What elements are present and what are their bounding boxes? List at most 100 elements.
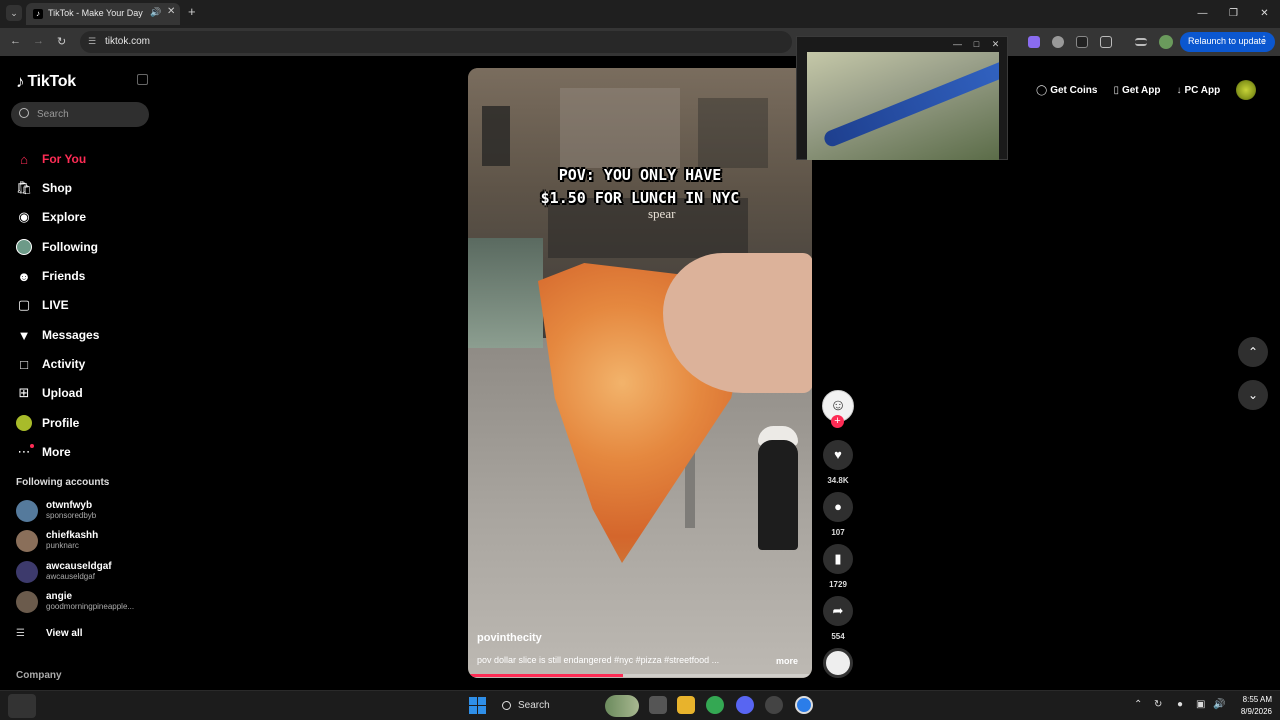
taskbar-search[interactable]: Search [494, 695, 598, 717]
browser-tab-tiktok[interactable]: ♪ TikTok - Make Your Day 🔊 ✕ [26, 3, 180, 25]
video-overlay-text: POV: YOU ONLY HAVE $1.50 FOR LUNCH IN NY… [468, 164, 812, 210]
video-hydrant [758, 440, 798, 550]
close-tab-icon[interactable]: ✕ [167, 6, 175, 17]
video-progress-bar[interactable] [468, 674, 812, 677]
following-account-item[interactable]: chiefkashh punknarc [16, 529, 156, 555]
sidebar-item-friends[interactable]: ☻ Friends [16, 265, 146, 287]
download-icon: ↓ [1176, 84, 1182, 96]
account-handle: awcauseldgaf [46, 572, 95, 581]
sidebar-item-messages[interactable]: ▼ Messages [16, 324, 146, 346]
obs-icon[interactable] [765, 696, 783, 714]
avatar [16, 591, 38, 613]
chrome-icon[interactable] [706, 696, 724, 714]
music-disc-icon[interactable] [823, 648, 853, 678]
tiktok-logo[interactable]: ♪ TikTok [16, 72, 76, 92]
share-arrow-icon[interactable]: ➦ [823, 596, 853, 626]
collapse-sidebar-icon[interactable] [137, 74, 148, 85]
task-view-icon[interactable] [649, 696, 667, 714]
relaunch-label: Relaunch to update [1188, 36, 1267, 46]
new-tab-plus-icon[interactable]: + [188, 5, 196, 19]
extension-cloud-icon[interactable] [1052, 36, 1064, 48]
kebab-menu-icon[interactable]: ⋮ [1259, 35, 1269, 46]
view-all-button[interactable]: ☰ View all [16, 628, 83, 639]
follow-plus-icon[interactable]: + [831, 415, 844, 428]
reading-list-icon[interactable] [1135, 38, 1147, 46]
get-app-label: Get App [1121, 84, 1161, 96]
previous-video-chevron-up-icon[interactable]: ⌃ [1238, 337, 1268, 367]
next-video-chevron-down-icon[interactable]: ⌄ [1238, 380, 1268, 410]
tab-search-chevron-icon[interactable]: ⌄ [6, 5, 22, 21]
sidebar-item-following[interactable]: Following [16, 236, 146, 258]
relaunch-to-update-button[interactable]: Relaunch to update ⋮ [1180, 32, 1275, 52]
tray-chevron-up-icon[interactable]: ⌃ [1134, 699, 1142, 710]
sidebar-item-live[interactable]: ▢ LIVE [16, 294, 146, 316]
pc-app-button[interactable]: ↓ PC App [1176, 85, 1220, 96]
browser-toolbar: ← → ↻ ☰ tiktok.com Relaunch to update ⋮ [0, 28, 1280, 56]
following-account-item[interactable]: awcauseldgaf awcauseldgaf [16, 560, 156, 586]
sidebar-item-activity[interactable]: □ Activity [16, 353, 146, 375]
search-input[interactable] [37, 106, 142, 123]
get-coins-button[interactable]: ◯ Get Coins [1036, 85, 1097, 96]
sidebar-item-explore[interactable]: ◉ Explore [16, 206, 146, 228]
caption-more-button[interactable]: more [776, 656, 798, 666]
chrome-profile-avatar-icon[interactable] [1159, 35, 1173, 49]
sidebar-item-more[interactable]: ⋯ More [16, 441, 146, 463]
video-player[interactable]: spear POV: YOU ONLY HAVE $1.50 FOR LUNCH… [468, 68, 812, 678]
tray-network-icon[interactable]: ▣ [1196, 699, 1205, 710]
account-name: otwnfwyb [46, 500, 93, 511]
file-explorer-icon[interactable] [677, 696, 695, 714]
speaker-icon[interactable]: 🔊 [150, 7, 161, 18]
picture-in-picture-window[interactable]: — □ ✕ [796, 36, 1008, 160]
back-arrow-icon[interactable]: ← [10, 35, 21, 47]
reload-icon[interactable]: ↻ [57, 35, 66, 48]
site-info-icon[interactable]: ☰ [88, 36, 96, 47]
account-name: chiefkashh [46, 530, 99, 541]
extension-purple-icon[interactable] [1028, 36, 1040, 48]
comment-bubble-icon[interactable]: ● [823, 492, 853, 522]
pip-close-icon[interactable]: ✕ [986, 38, 1005, 51]
sidebar-item-profile[interactable]: Profile [16, 412, 146, 434]
pip-maximize-icon[interactable]: □ [967, 38, 986, 51]
like-count: 34.8K [827, 476, 849, 485]
sidebar-item-label: Friends [42, 269, 86, 283]
following-account-item[interactable]: angie goodmorningpineapple... [16, 590, 156, 616]
tray-volume-icon[interactable]: 🔊 [1213, 699, 1225, 710]
taskbar-clock[interactable]: 8:55 AM 8/9/2026 [1232, 694, 1272, 718]
sidebar-item-label: Following [42, 240, 98, 254]
video-progress-fill [468, 674, 623, 677]
extension-pe-icon[interactable] [1076, 36, 1088, 48]
discord-icon[interactable] [736, 696, 754, 714]
search-highlight-widget-icon[interactable] [605, 695, 639, 717]
clock-date: 8/9/2026 [1240, 707, 1272, 716]
minimize-window-icon[interactable]: — [1187, 0, 1218, 28]
extensions-puzzle-icon[interactable] [1100, 36, 1112, 48]
tab-title: TikTok - Make Your Day [48, 8, 143, 18]
video-author[interactable]: povinthecity [477, 632, 542, 644]
restore-window-icon[interactable]: ❐ [1218, 0, 1249, 28]
sidebar-item-for-you[interactable]: ⌂ For You [16, 148, 146, 170]
chrome-active-icon[interactable] [795, 696, 813, 714]
taskbar-thumbnail[interactable] [8, 694, 36, 718]
sidebar-item-upload[interactable]: ⊞ Upload [16, 382, 146, 404]
screen: ⌄ ♪ TikTok - Make Your Day 🔊 ✕ + — ❐ ✕ ←… [0, 0, 1280, 720]
tiktok-topbar: ◯ Get Coins ▯ Get App ↓ PC App [1036, 80, 1257, 100]
sidebar-item-shop[interactable]: 🛍 Shop [16, 177, 146, 199]
upload-plus-icon: ⊞ [18, 385, 30, 400]
forward-arrow-icon[interactable]: → [33, 35, 44, 47]
pip-minimize-icon[interactable]: — [948, 38, 967, 51]
company-link[interactable]: Company [16, 670, 62, 681]
like-heart-icon[interactable]: ♥ [823, 440, 853, 470]
taskbar-search-label: Search [518, 700, 550, 711]
friends-icon: ☻ [17, 268, 31, 284]
close-window-icon[interactable]: ✕ [1249, 0, 1280, 28]
sidebar-search[interactable] [11, 102, 149, 127]
tray-sync-icon[interactable]: ↻ [1154, 699, 1162, 710]
user-avatar[interactable] [1236, 80, 1257, 100]
address-bar[interactable]: ☰ tiktok.com [80, 31, 792, 53]
following-account-item[interactable]: otwnfwyb sponsoredbyb [16, 499, 156, 525]
sidebar-item-label: Upload [42, 386, 83, 400]
windows-start-icon[interactable] [469, 697, 486, 714]
get-app-button[interactable]: ▯ Get App [1113, 85, 1160, 96]
bookmark-icon[interactable]: ▮ [823, 544, 853, 574]
tray-microphone-icon[interactable]: ● [1177, 699, 1183, 710]
